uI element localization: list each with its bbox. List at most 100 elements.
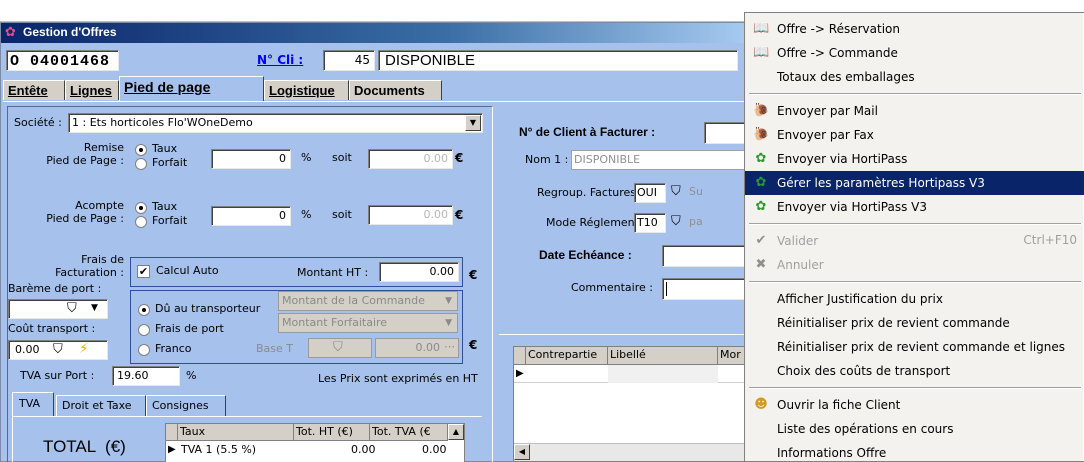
menu-item-afficher-justification-du-prix[interactable]: Afficher Justification du prix [745,287,1084,311]
chevron-down-icon[interactable]: ▼ [91,303,98,313]
regroup-field[interactable]: OUI [634,183,666,203]
client-name-text: DISPONIBLE [385,52,476,69]
tab-tva[interactable]: TVA [12,392,54,416]
tab-pied-de-page[interactable]: Pied de page [119,76,264,101]
menu-item-label: Valider [777,234,819,248]
scroll-left-icon[interactable]: ◀ [514,444,530,460]
remise-forfait-radio[interactable] [135,158,147,170]
row-pointer-icon: ▶ [516,368,524,379]
tab-entete[interactable]: Entête [3,80,65,100]
menu-item-envoyer-via-hortipass[interactable]: ✿ Envoyer via HortiPass [745,147,1084,171]
tab-documents[interactable]: Documents [349,80,442,100]
scroll-up-icon[interactable]: ▲ [448,424,464,440]
date-echeance-field[interactable] [662,245,752,267]
remise-taux-radio[interactable] [135,144,147,156]
horizontal-scrollbar[interactable]: ◀ [514,443,752,461]
menu-item-offre-commande[interactable]: 📖 Offre -> Commande [745,41,1084,65]
frais-label: Frais de Facturation : [55,253,124,279]
cell-libelle [608,365,718,383]
acompte-label: Acompte Pied de Page : [46,199,124,225]
menu-item-label: Envoyer via HortiPass [777,152,908,166]
tab-label: Logistique [269,83,335,98]
mode-reglement-field[interactable]: T10 [634,213,666,233]
remise-input[interactable]: 0 [211,149,291,169]
bareme-select[interactable]: ⛉ ▼ [8,299,108,319]
offer-number-field[interactable]: O 04001468 [6,50,119,71]
cout-label: Coût transport : [8,322,96,335]
franco-radio[interactable] [138,344,150,356]
window-titlebar[interactable]: ✿ Gestion d'Offres [1,23,744,43]
montant-ht-field[interactable]: 0.00 [379,262,459,282]
societe-select[interactable]: 1 : Ets horticoles Flo'WOneDemo ▼ [68,113,483,133]
du-transporteur-radio[interactable] [138,304,150,316]
cout-field[interactable]: 0.00 ⛉ ⚡ [8,340,108,360]
ellipsis-icon: ⋯ [444,340,455,353]
total-label: TOTAL (€) [43,437,126,456]
commentaire-field[interactable] [662,278,752,300]
table-row[interactable]: ▶ TVA 1 (5.5 %) 0.00 0.00 [166,442,448,460]
tag-icon[interactable]: ⛉ [671,214,681,229]
tva-port-field[interactable]: 19.60 [112,366,180,386]
tab-label: Consignes [152,399,209,412]
transport-group: Dû au transporteur Frais de port Franco … [130,290,463,364]
tva-port-label: TVA sur Port : [20,369,95,382]
remise-percent: % [301,151,312,164]
cancel-icon: ✖ [755,257,767,272]
menu-item-valider: ✔ Valider Ctrl+F10 [745,229,1084,253]
lightning-icon[interactable]: ⚡ [79,341,89,357]
menu-item-envoyer-par-mail[interactable]: 🐌 Envoyer par Mail [745,99,1084,123]
menu-item-liste-des-op-rations-en-cours[interactable]: Liste des opérations en cours [745,417,1084,441]
hortipass-icon: ✿ [755,175,767,190]
menu-separator [749,93,1081,95]
remise-value: 0 [279,152,286,165]
client-name-field[interactable]: DISPONIBLE [378,50,738,71]
frais-port-radio[interactable] [138,324,150,336]
acompte-percent: % [301,208,312,221]
menu-item-g-rer-les-param-tres-hortipass-v3[interactable]: ✿ Gérer les paramètres Hortipass V3 [745,171,1084,195]
menu-item-envoyer-via-hortipass-v3[interactable]: ✿ Envoyer via HortiPass V3 [745,195,1084,219]
menu-item-label: Ouvrir la fiche Client [777,398,901,412]
tab-droit-taxe[interactable]: Droit et Taxe [56,395,146,416]
client-number-text: 45 [354,53,370,67]
client-facturer-input[interactable] [704,122,749,144]
menu-item-r-initialiser-prix-de-revient-commande-et-lignes[interactable]: Réinitialiser prix de revient commande e… [745,335,1084,359]
table-row[interactable]: ▶ [514,365,752,383]
commentaire-label: Commentaire : [571,281,653,294]
societe-value: 1 : Ets horticoles Flo'WOneDemo [72,116,253,129]
tag-icon[interactable]: ⛉ [671,184,681,199]
menu-item-choix-des-co-ts-de-transport[interactable]: Choix des coûts de transport [745,359,1084,383]
menu-item-informations-offre[interactable]: Informations Offre [745,441,1084,462]
grid-corner [166,424,178,441]
tab-logistique[interactable]: Logistique [264,80,349,100]
client-icon: ☻ [754,397,768,412]
chevron-down-icon[interactable]: ▼ [465,115,481,131]
client-number-field[interactable]: 45 [323,50,375,71]
nom1-value: DISPONIBLE [574,153,641,166]
tva-grid: Taux Tot. HT (€) Tot. TVA (€ ▲ ▶ TVA 1 (… [165,423,465,462]
tab-label: Lignes [70,83,112,98]
nom1-label: Nom 1 : [525,153,569,166]
menu-item-totaux-des-emballages[interactable]: Totaux des emballages [745,65,1084,89]
tab-consignes[interactable]: Consignes [146,395,226,416]
acompte-forfait-radio[interactable] [135,216,147,228]
left-panel: Société : 1 : Ets horticoles Flo'WOneDem… [7,106,493,462]
acompte-input[interactable]: 0 [211,206,291,226]
calcul-auto-checkbox[interactable]: ✔ [137,265,150,278]
tab-content: Société : 1 : Ets horticoles Flo'WOneDem… [3,101,754,462]
column-header-label: Libellé [610,348,646,361]
bareme-label: Barème de port : [8,282,102,295]
menu-item-envoyer-par-fax[interactable]: 🐌 Envoyer par Fax [745,123,1084,147]
tab-lignes[interactable]: Lignes [65,80,119,100]
menu-item-label: Afficher Justification du prix [777,292,943,306]
hortipass-icon: ✿ [755,199,767,214]
acompte-taux-radio[interactable] [135,202,147,214]
regroup-value: OUI [637,186,657,199]
montant-commande-select: Montant de la Commande ▼ [278,291,458,311]
menu-item-r-initialiser-prix-de-revient-commande[interactable]: Réinitialiser prix de revient commande [745,311,1084,335]
menu-item-offre-r-servation[interactable]: 📖 Offre -> Réservation [745,17,1084,41]
client-number-link[interactable]: N° Cli : [257,53,303,68]
menu-item-ouvrir-la-fiche-client[interactable]: ☻ Ouvrir la fiche Client [745,393,1084,417]
cout-value: 0.00 [15,343,40,356]
menu-item-label: Envoyer via HortiPass V3 [777,200,928,214]
offer-window: ✿ Gestion d'Offres O 04001468 N° Cli : 4… [0,22,754,462]
